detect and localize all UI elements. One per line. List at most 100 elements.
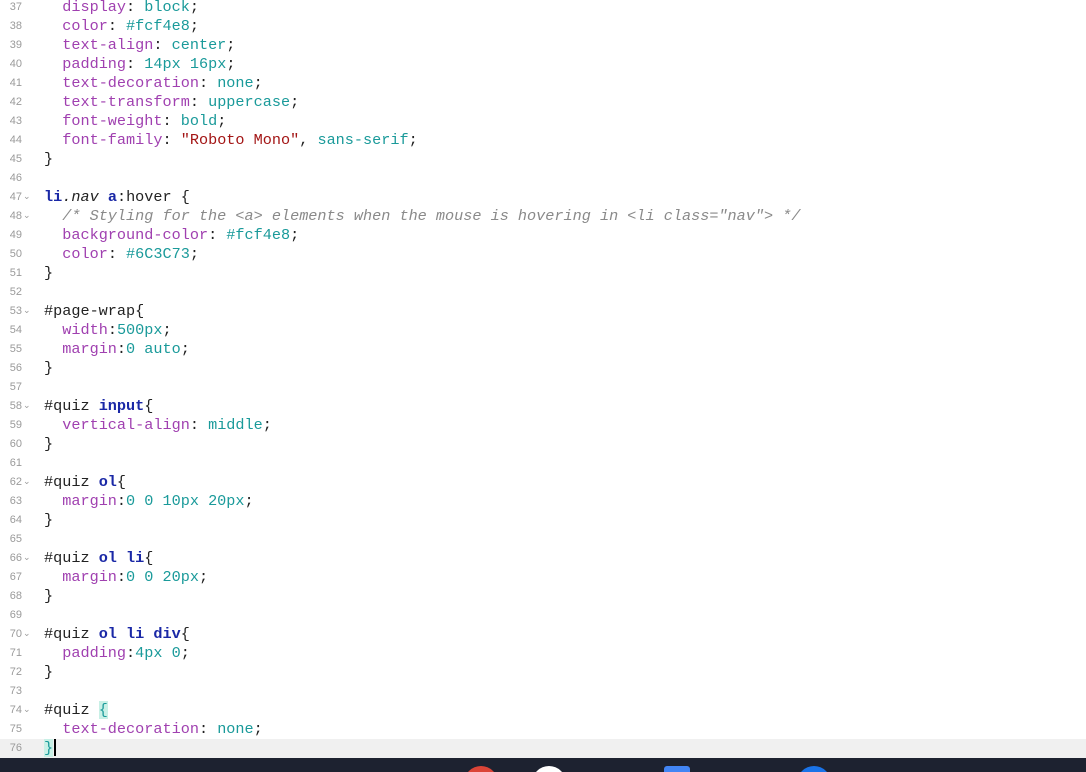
code-line[interactable]: 65 — [0, 530, 1086, 549]
code-line[interactable]: 64} — [0, 511, 1086, 530]
code-text: } — [44, 663, 53, 682]
code-token: ; — [226, 36, 236, 54]
code-line[interactable]: 42 text-transform: uppercase; — [0, 93, 1086, 112]
code-line[interactable]: 52 — [0, 283, 1086, 302]
code-text: #page-wrap{ — [44, 302, 144, 321]
line-number: 69 — [9, 609, 22, 621]
code-line[interactable]: 72} — [0, 663, 1086, 682]
code-line[interactable]: 50 color: #6C3C73; — [0, 245, 1086, 264]
fold-chevron-icon[interactable]: ⌄ — [23, 473, 33, 492]
code-line[interactable]: 55 margin:0 auto; — [0, 340, 1086, 359]
app-icon[interactable] — [797, 766, 831, 772]
code-line[interactable]: 43 font-weight: bold; — [0, 112, 1086, 131]
code-line[interactable]: 54 width:500px; — [0, 321, 1086, 340]
code-line[interactable]: 57 — [0, 378, 1086, 397]
fold-chevron-icon[interactable]: ⌄ — [23, 207, 33, 226]
line-number: 53 — [9, 305, 22, 317]
code-token: ; — [162, 321, 172, 339]
docs-icon[interactable] — [664, 766, 690, 772]
code-line[interactable]: 51} — [0, 264, 1086, 283]
line-number: 65 — [9, 533, 22, 545]
line-number: 40 — [9, 58, 22, 70]
fold-chevron-icon[interactable]: ⌄ — [23, 701, 33, 720]
code-line[interactable]: 59 vertical-align: middle; — [0, 416, 1086, 435]
code-token: vertical-align — [62, 416, 190, 434]
code-line[interactable]: 38 color: #fcf4e8; — [0, 17, 1086, 36]
code-line[interactable]: 74 ⌄ #quiz { — [0, 701, 1086, 720]
code-line[interactable]: 60} — [0, 435, 1086, 454]
code-token: background-color — [62, 226, 209, 244]
code-text: padding: 14px 16px; — [44, 55, 235, 74]
code-token: ; — [189, 0, 199, 16]
code-line[interactable]: 48 ⌄ /* Styling for the <a> elements when… — [0, 207, 1086, 226]
code-token: } — [44, 435, 54, 453]
code-line[interactable]: 39 text-align: center; — [0, 36, 1086, 55]
code-line[interactable]: 67 margin:0 0 20px; — [0, 568, 1086, 587]
line-number: 72 — [9, 666, 22, 678]
code-token: 0 auto — [126, 340, 181, 358]
code-token: ol — [98, 473, 117, 491]
code-token: margin — [62, 340, 117, 358]
code-line[interactable]: 45} — [0, 150, 1086, 169]
gmail-icon[interactable] — [532, 766, 566, 772]
code-line[interactable]: 66 ⌄ #quiz ol li{ — [0, 549, 1086, 568]
fold-chevron-icon[interactable]: ⌄ — [23, 188, 33, 207]
line-number: 57 — [9, 381, 22, 393]
code-line[interactable]: 47 ⌄ li.nav a:hover { — [0, 188, 1086, 207]
code-token: 4px 0 — [135, 644, 181, 662]
code-token: uppercase — [208, 93, 291, 111]
code-token: :hover { — [116, 188, 190, 206]
code-line[interactable]: 70 ⌄ #quiz ol li div{ — [0, 625, 1086, 644]
line-number: 47 — [9, 191, 22, 203]
fold-chevron-icon[interactable]: ⌄ — [23, 397, 33, 416]
line-number: 54 — [9, 324, 22, 336]
code-text: padding:4px 0; — [44, 644, 190, 663]
chrome-icon[interactable] — [464, 766, 498, 772]
code-line[interactable]: 69 — [0, 606, 1086, 625]
code-line[interactable]: 40 padding: 14px 16px; — [0, 55, 1086, 74]
code-token: } — [44, 359, 54, 377]
code-line[interactable]: 56} — [0, 359, 1086, 378]
code-token: #quiz — [44, 549, 99, 567]
line-number: 71 — [9, 647, 22, 659]
code-editor[interactable]: 37 display: block; 38 color: #fcf4e8; 39 t… — [0, 0, 1086, 758]
code-line[interactable]: 44 font-family: "Roboto Mono", sans-seri… — [0, 131, 1086, 150]
code-line[interactable]: 68} — [0, 587, 1086, 606]
fold-chevron-icon[interactable]: ⌄ — [23, 625, 33, 644]
line-number: 41 — [9, 77, 22, 89]
code-line[interactable]: 49 background-color: #fcf4e8; — [0, 226, 1086, 245]
code-token: : — [189, 416, 209, 434]
line-number: 46 — [9, 172, 22, 184]
code-line[interactable]: 75 text-decoration: none; — [0, 720, 1086, 739]
line-number: 70 — [9, 628, 22, 640]
line-number: 58 — [9, 400, 22, 412]
code-token: 14px 16px — [144, 55, 227, 73]
code-token: #quiz — [44, 473, 99, 491]
code-line[interactable]: 63 margin:0 0 10px 20px; — [0, 492, 1086, 511]
code-text: color: #fcf4e8; — [44, 17, 199, 36]
code-token: } — [44, 511, 54, 529]
code-token: color — [62, 245, 108, 263]
code-line[interactable]: 76} — [0, 739, 1086, 758]
code-line[interactable]: 62 ⌄ #quiz ol{ — [0, 473, 1086, 492]
code-text: #quiz input{ — [44, 397, 153, 416]
code-token: : — [198, 720, 218, 738]
line-number: 48 — [9, 210, 22, 222]
code-line[interactable]: 46 — [0, 169, 1086, 188]
code-token: none — [217, 74, 254, 92]
code-text: text-decoration: none; — [44, 720, 263, 739]
code-line[interactable]: 73 — [0, 682, 1086, 701]
code-line[interactable]: 71 padding:4px 0; — [0, 644, 1086, 663]
fold-chevron-icon[interactable]: ⌄ — [23, 302, 33, 321]
code-line[interactable]: 58 ⌄ #quiz input{ — [0, 397, 1086, 416]
code-line[interactable]: 37 display: block; — [0, 0, 1086, 17]
code-line[interactable]: 61 — [0, 454, 1086, 473]
line-number: 51 — [9, 267, 22, 279]
code-text: } — [44, 264, 53, 283]
code-line[interactable]: 53 ⌄ #page-wrap{ — [0, 302, 1086, 321]
fold-chevron-icon[interactable]: ⌄ — [23, 549, 33, 568]
code-line[interactable]: 41 text-decoration: none; — [0, 74, 1086, 93]
